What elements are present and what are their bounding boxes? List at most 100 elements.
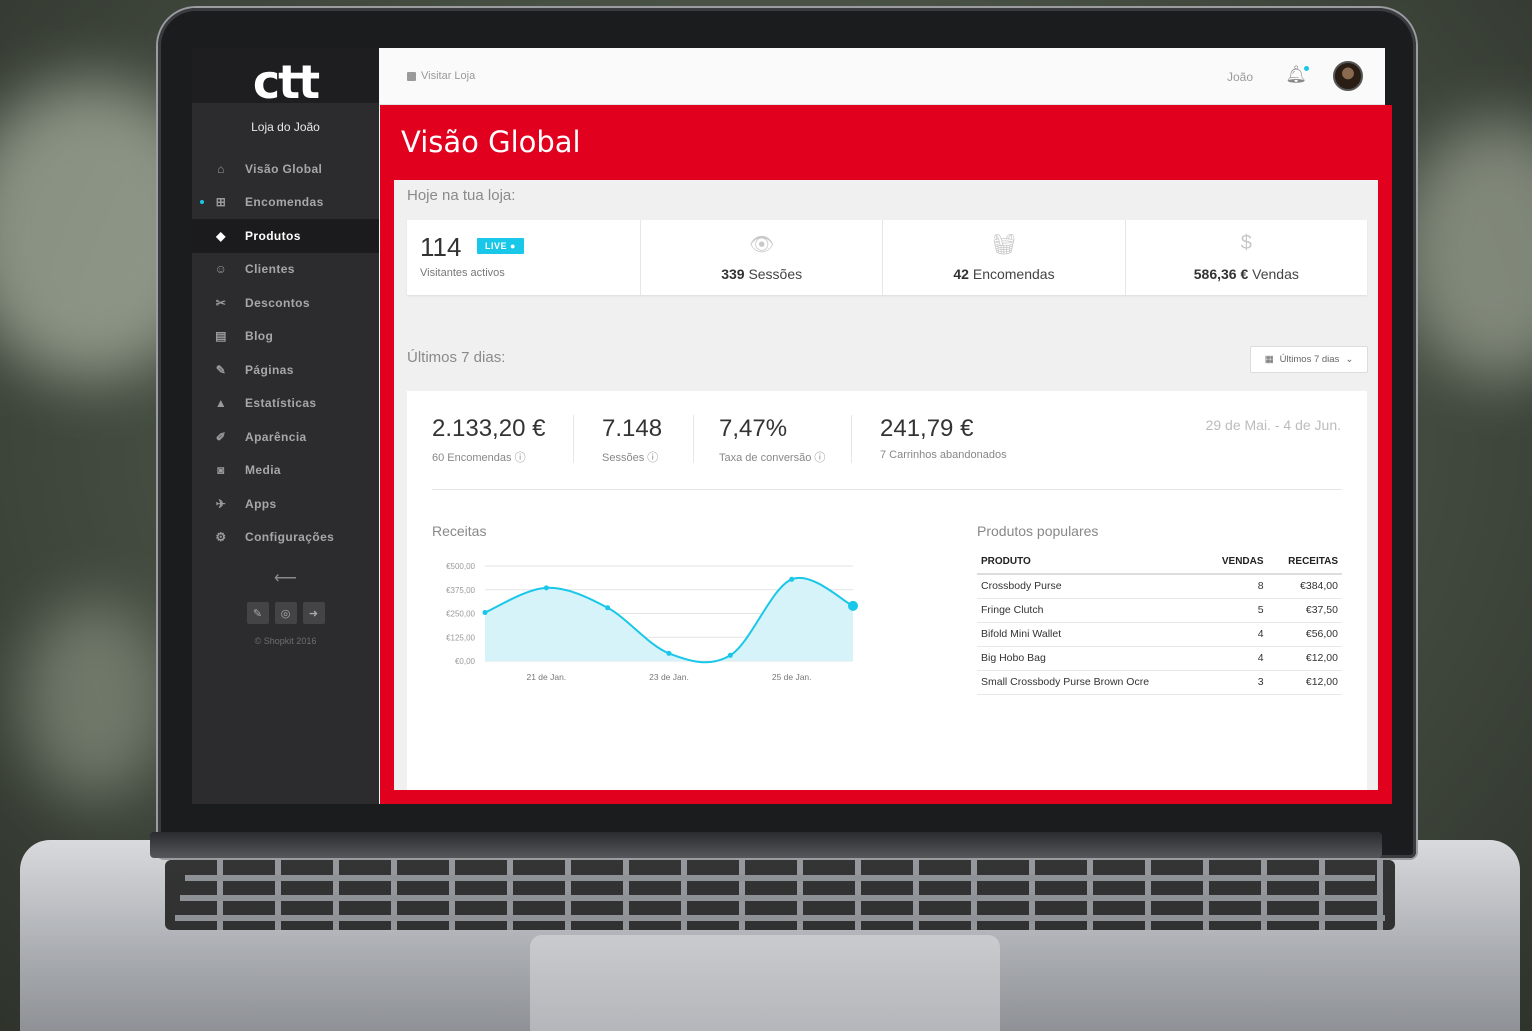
- visit-store-link[interactable]: Visitar Loja: [407, 70, 475, 82]
- data-point: [666, 650, 672, 656]
- globe-icon[interactable]: ◎: [274, 602, 297, 624]
- product-revenue: €12,00: [1267, 646, 1342, 671]
- calendar-icon: ▦: [1264, 354, 1274, 365]
- product-name[interactable]: Crossbody Purse: [977, 574, 1204, 599]
- brush-icon: ✐: [215, 429, 227, 444]
- active-dot: [200, 200, 204, 205]
- sales-card: $ 586,36 € Vendas: [1126, 220, 1367, 295]
- product-revenue: €37,50: [1267, 598, 1342, 623]
- product-sales: 4: [1203, 622, 1268, 647]
- info-icon: ⓘ: [647, 452, 659, 464]
- product-name[interactable]: Big Hobo Bag: [977, 646, 1204, 671]
- sidebar-item-label: Estatísticas: [245, 396, 317, 411]
- area-fill: [485, 577, 853, 663]
- eye-icon: 👁︎: [748, 234, 775, 256]
- product-revenue: €12,00: [1267, 670, 1342, 695]
- sidebar-item-produtos[interactable]: ◆ Produtos: [192, 219, 379, 253]
- home-icon: ⌂: [217, 161, 225, 176]
- highlight-panel: Visão Global Hoje na tua loja: 114 LIVE …: [380, 105, 1392, 804]
- revenue-chart: €0,00 €125,00 €250,00 €375,00 €500,00 21 de J…: [446, 562, 858, 682]
- product-name[interactable]: Small Crossbody Purse Brown Ocre: [977, 670, 1204, 695]
- laptop-hinge: [150, 832, 1382, 858]
- sidebar-item-label: Descontos: [245, 295, 310, 310]
- col-sales[interactable]: VENDAS: [1203, 551, 1268, 575]
- product-sales: 5: [1203, 598, 1268, 623]
- info-icon: ⓘ: [514, 452, 526, 464]
- sidebar-item-label: Aparência: [245, 429, 307, 444]
- metric-conversion: 7,47% Taxa de conversão ⓘ: [719, 415, 826, 464]
- data-point: [543, 585, 549, 591]
- today-stats: 114 LIVE ● Visitantes activos 👁︎ 339 Ses…: [407, 220, 1367, 295]
- chevron-down-icon: ⌄: [1345, 354, 1354, 365]
- sidebar-item-apps[interactable]: ✈ Apps: [192, 487, 379, 521]
- sessions-card: 👁︎ 339 Sessões: [641, 220, 884, 295]
- sidebar-item-label: Clientes: [245, 262, 295, 277]
- trackpad: [530, 935, 1000, 1031]
- orders-card: 🧺︎ 42 Encomendas: [883, 220, 1126, 295]
- copyright: © Shopkit 2016: [254, 636, 317, 646]
- live-badge: LIVE ●: [477, 238, 524, 254]
- sidebar-item-apar-ncia[interactable]: ✐ Aparência: [192, 420, 379, 454]
- scissors-icon: ✂: [215, 295, 227, 310]
- table-row[interactable]: Small Crossbody Purse Brown Ocre 3 €12,00: [977, 670, 1342, 695]
- popular-products-table: PRODUTO VENDAS RECEITAS Crossbody Purse 8…: [977, 551, 1342, 695]
- col-revenue[interactable]: RECEITAS: [1267, 551, 1342, 575]
- avatar[interactable]: [1333, 61, 1363, 91]
- visitors-label: Visitantes activos: [420, 267, 505, 279]
- sidebar-item-label: Apps: [245, 496, 277, 511]
- table-row[interactable]: Bifold Mini Wallet 4 €56,00: [977, 622, 1342, 647]
- basket-icon: ⊞: [215, 195, 227, 210]
- sidebar-item-label: Encomendas: [245, 195, 324, 210]
- sidebar-item-encomendas[interactable]: ⊞ Encomendas: [192, 186, 379, 220]
- metric-revenue: 2.133,20 € 60 Encomendas ⓘ: [432, 415, 546, 464]
- y-tick-label: €500,00: [446, 562, 475, 571]
- topbar: Visitar Loja João 🔔︎: [379, 48, 1385, 105]
- table-row[interactable]: Fringe Clutch 5 €37,50: [977, 598, 1342, 623]
- table-row[interactable]: Big Hobo Bag 4 €12,00: [977, 646, 1342, 671]
- today-label: Hoje na tua loja:: [407, 187, 516, 204]
- info-icon: ⓘ: [814, 452, 826, 464]
- sidebar-item-media[interactable]: ◙ Media: [192, 454, 379, 488]
- product-revenue: €56,00: [1267, 622, 1342, 647]
- date-range-dropdown[interactable]: ▦ Últimos 7 dias ⌄: [1250, 346, 1368, 373]
- sidebar-nav: ⌂ Visão Global ⊞ Encomendas ◆ Produtos ☺ Client…: [192, 152, 379, 554]
- sidebar-item-clientes[interactable]: ☺ Clientes: [192, 253, 379, 287]
- col-product[interactable]: PRODUTO: [977, 551, 1204, 575]
- sidebar-item-estat-sticas[interactable]: ▲ Estatísticas: [192, 387, 379, 421]
- edit-icon: ✎: [215, 362, 227, 377]
- y-tick-label: €250,00: [446, 610, 475, 619]
- user-name[interactable]: João: [1227, 70, 1253, 84]
- dashboard-content: Hoje na tua loja: 114 LIVE ● Visitantes …: [394, 180, 1378, 790]
- logout-icon[interactable]: ➜: [302, 602, 325, 624]
- visitors-count: 114: [420, 232, 462, 262]
- area-chart-icon: ▲: [214, 396, 228, 411]
- plane-icon: ✈: [215, 496, 227, 511]
- y-tick-label: €125,00: [446, 633, 475, 642]
- product-sales: 4: [1203, 646, 1268, 671]
- sidebar-item-vis-o-global[interactable]: ⌂ Visão Global: [192, 152, 379, 186]
- x-tick-label: 25 de Jan.: [772, 672, 812, 682]
- revenue-title: Receitas: [432, 523, 487, 539]
- sidebar-item-configura-es[interactable]: ⚙ Configurações: [192, 521, 379, 555]
- product-name[interactable]: Bifold Mini Wallet: [977, 622, 1204, 647]
- sidebar-item-label: Produtos: [245, 228, 301, 243]
- data-point: [727, 652, 733, 658]
- wrench-icon[interactable]: ✎: [246, 602, 269, 624]
- sidebar-item-descontos[interactable]: ✂ Descontos: [192, 286, 379, 320]
- product-name[interactable]: Fringe Clutch: [977, 598, 1204, 623]
- data-point: [848, 600, 858, 611]
- data-point: [789, 576, 795, 582]
- tag-icon: ◆: [216, 228, 226, 243]
- sidebar-item-blog[interactable]: ▤ Blog: [192, 320, 379, 354]
- date-range-label: 29 de Mai. - 4 de Jun.: [1205, 417, 1341, 433]
- newspaper-icon: ▤: [215, 329, 227, 344]
- product-revenue: €384,00: [1267, 574, 1342, 599]
- last7-label: Últimos 7 dias:: [407, 349, 506, 366]
- gears-icon: ⚙: [215, 530, 227, 545]
- table-row[interactable]: Crossbody Purse 8 €384,00: [977, 574, 1342, 599]
- sidebar-item-label: Blog: [245, 329, 274, 344]
- brand-logo[interactable]: ctt: [253, 55, 320, 109]
- sidebar-item-p-ginas[interactable]: ✎ Páginas: [192, 353, 379, 387]
- collapse-arrow-icon[interactable]: ⟵: [192, 568, 379, 588]
- y-tick-label: €375,00: [446, 586, 475, 595]
